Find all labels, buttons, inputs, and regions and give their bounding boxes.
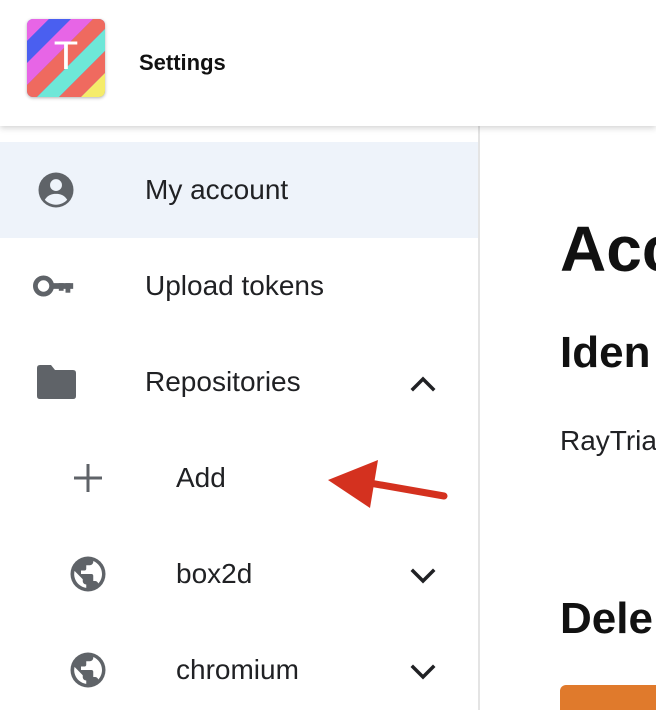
repository-item-box2d[interactable]: box2d [0,526,478,622]
page-title: Settings [139,50,226,75]
sidebar-item-repositories[interactable]: Repositories [0,334,478,430]
sidebar-item-label: Upload tokens [145,270,325,301]
app-header: T Settings [0,0,656,126]
key-icon [33,264,77,308]
sidebar-item-label: My account [145,174,289,205]
svg-text:T: T [54,34,78,78]
sidebar: My account Upload tokens Repositories Ad… [0,126,478,710]
repository-label: box2d [176,558,253,589]
sidebar-item-upload-tokens[interactable]: Upload tokens [0,238,478,334]
sidebar-item-my-account[interactable]: My account [0,142,478,238]
delete-heading: Dele [560,594,653,643]
username-value: RayTria [560,425,656,456]
sidebar-item-label: Repositories [145,366,301,397]
logo-graphic: T [27,19,105,97]
globe-icon [66,552,110,596]
account-circle-icon [34,168,78,212]
plus-icon [66,456,110,500]
app-logo[interactable]: T [27,19,105,97]
chevron-down-icon[interactable] [408,562,438,592]
delete-account-button[interactable] [560,685,656,710]
chevron-up-icon[interactable] [408,368,438,398]
repository-item-chromium[interactable]: chromium [0,622,478,718]
repository-label: chromium [176,654,299,685]
account-heading: Acc [560,213,656,285]
globe-icon [66,648,110,692]
repository-label: Add [176,462,226,493]
annotation-arrow-icon [328,460,448,508]
chevron-down-icon[interactable] [408,658,438,688]
folder-icon [34,360,78,404]
main-content: Acc Iden RayTria Dele [480,126,656,710]
identity-heading: Iden [560,328,651,377]
